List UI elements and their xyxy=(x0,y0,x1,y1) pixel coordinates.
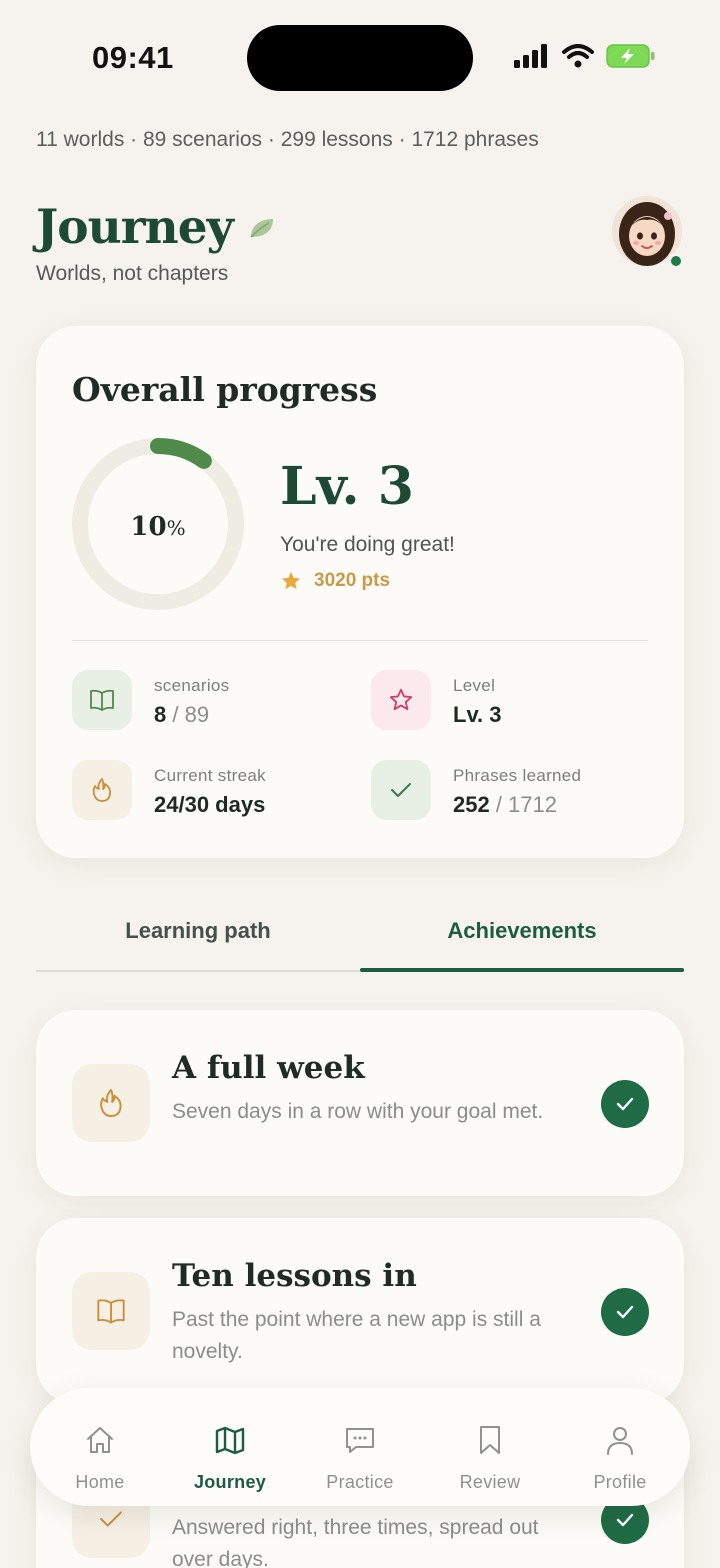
dynamic-island xyxy=(247,25,473,91)
nav-label: Profile xyxy=(593,1472,647,1492)
stat-label: Current streak xyxy=(154,766,266,785)
cellular-signal-icon xyxy=(514,44,547,68)
current-level: Lv. 3 xyxy=(280,456,414,517)
map-icon xyxy=(215,1426,245,1455)
status-bar: 09:41 xyxy=(0,0,720,110)
achievement-title: Ten lessons in xyxy=(172,1258,417,1294)
tab-bar: Learning path Achievements xyxy=(36,900,684,974)
progress-percent-sign: % xyxy=(166,516,186,540)
progress-percent-number: 10 xyxy=(130,512,167,542)
page-subtitle: Worlds, not chapters xyxy=(36,262,229,285)
stat-label: Phrases learned xyxy=(453,766,582,785)
flame-icon xyxy=(100,1088,122,1118)
achievement-card[interactable]: A full week Seven days in a row with you… xyxy=(36,1010,684,1196)
page-title-text: Journey xyxy=(36,200,234,255)
flame-icon xyxy=(92,778,112,802)
check-icon xyxy=(391,783,411,797)
divider xyxy=(72,640,648,641)
status-time: 09:41 xyxy=(92,40,174,75)
bookmark-icon xyxy=(480,1426,500,1454)
catalog-stats: 11 worlds · 89 scenarios · 299 lessons ·… xyxy=(36,128,539,151)
check-icon xyxy=(100,1511,122,1527)
encouragement-text: You're doing great! xyxy=(280,533,455,556)
nav-home[interactable]: Home xyxy=(34,1388,166,1506)
page-title: Journey xyxy=(36,200,277,255)
stat-value-total: / 1712 xyxy=(489,792,557,817)
tab-active-indicator xyxy=(360,968,684,972)
check-icon xyxy=(616,1305,634,1319)
battery-icon xyxy=(606,44,655,68)
nav-label: Practice xyxy=(326,1472,394,1492)
stat-value: 252 / 1712 xyxy=(453,792,557,818)
tab-achievements[interactable]: Achievements xyxy=(360,900,684,974)
achievement-title: A full week xyxy=(172,1050,365,1086)
person-icon xyxy=(607,1427,633,1455)
book-icon xyxy=(90,689,114,711)
nav-label: Home xyxy=(75,1472,125,1492)
stat-value: Lv. 3 xyxy=(453,702,502,727)
stat-level-icon-box xyxy=(371,670,431,730)
overall-progress-card: Overall progress 10% Lv. 3 You're doing … xyxy=(36,326,684,858)
nav-label: Review xyxy=(459,1472,521,1492)
achievement-card[interactable]: Ten lessons in Past the point where a ne… xyxy=(36,1218,684,1404)
stat-value-current: 252 xyxy=(453,792,490,817)
chat-icon xyxy=(346,1428,374,1453)
achievement-description: Answered right, three times, spread out … xyxy=(172,1516,539,1568)
points: 3020 pts xyxy=(280,570,390,592)
stat-phrases-icon-box xyxy=(371,760,431,820)
stat-value-current: 8 xyxy=(154,702,167,727)
achievement-description: Past the point where a new app is still … xyxy=(172,1308,541,1363)
nav-practice[interactable]: Practice xyxy=(294,1388,426,1506)
achievement-description: Seven days in a row with your goal met. xyxy=(172,1100,544,1123)
stat-streak-icon-box xyxy=(72,760,132,820)
star-icon xyxy=(281,571,301,590)
star-outline-icon xyxy=(389,688,413,711)
nav-profile[interactable]: Profile xyxy=(554,1388,686,1506)
home-icon xyxy=(87,1427,113,1453)
tab-learning-path[interactable]: Learning path xyxy=(36,900,360,974)
points-value: 3020 pts xyxy=(314,570,391,591)
stat-value: 8 / 89 xyxy=(154,702,209,728)
stat-phrases: Phrases learned 252 / 1712 xyxy=(371,760,661,822)
check-icon xyxy=(616,1513,634,1527)
book-icon xyxy=(97,1299,125,1324)
stat-value: 24/30 days xyxy=(154,792,266,817)
progress-percent: 10% xyxy=(70,512,246,542)
overall-progress-title: Overall progress xyxy=(72,370,378,409)
completed-check-icon xyxy=(601,1288,649,1336)
stat-level: Level Lv. 3 xyxy=(371,670,661,732)
stat-value-total: / 89 xyxy=(166,702,210,727)
achievement-icon-box xyxy=(72,1064,150,1142)
stat-label: scenarios xyxy=(154,676,230,695)
wifi-icon xyxy=(562,44,594,68)
online-status-dot xyxy=(668,253,684,269)
leaf-icon xyxy=(250,218,273,238)
stat-label: Level xyxy=(453,676,496,695)
achievement-icon-box xyxy=(72,1272,150,1350)
stat-streak: Current streak 24/30 days xyxy=(72,760,362,822)
bottom-nav: Home Journey Practice Review Profile xyxy=(30,1388,690,1506)
completed-check-icon xyxy=(601,1080,649,1128)
stat-scenarios-icon-box xyxy=(72,670,132,730)
check-icon xyxy=(616,1097,634,1111)
nav-journey[interactable]: Journey xyxy=(164,1388,296,1506)
nav-label: Journey xyxy=(193,1472,267,1492)
nav-review[interactable]: Review xyxy=(424,1388,556,1506)
stat-scenarios: scenarios 8 / 89 xyxy=(72,670,362,732)
status-icons xyxy=(514,44,656,68)
